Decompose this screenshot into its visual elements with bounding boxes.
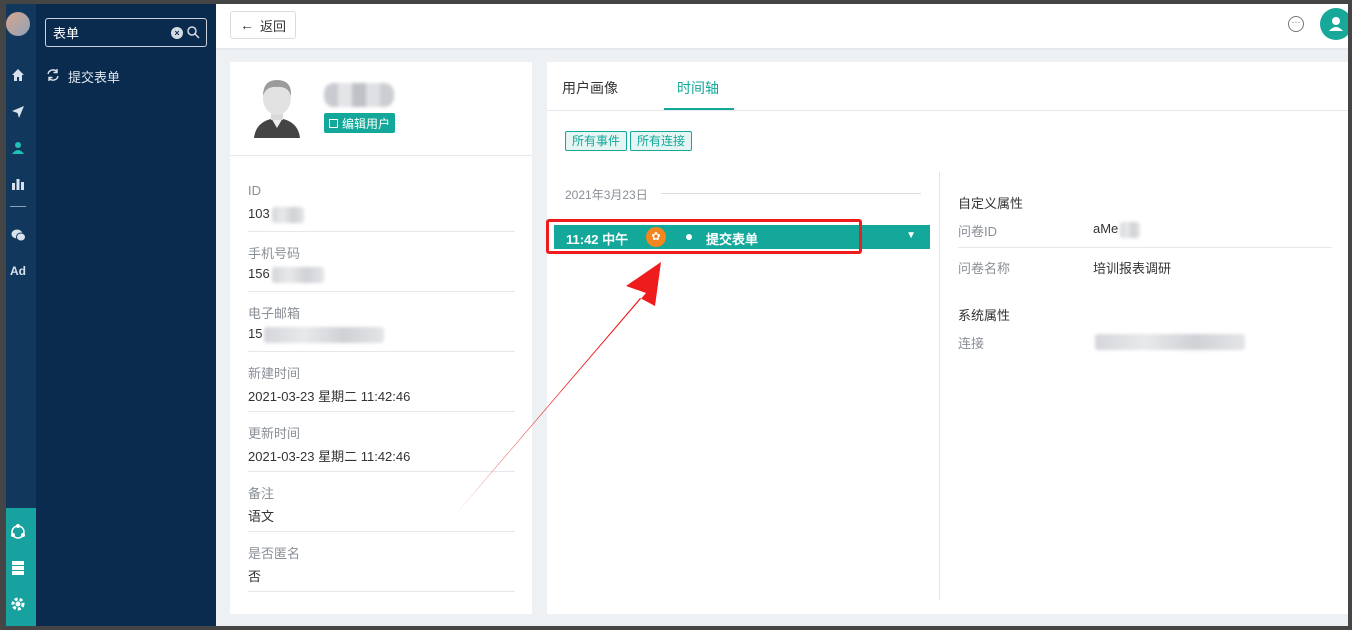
top-bar: ← 返回 ··· xyxy=(216,0,1352,48)
custom-attributes-title: 自定义属性 xyxy=(958,196,1024,211)
field-email: 电子邮箱 15 xyxy=(248,292,515,352)
network-icon[interactable] xyxy=(0,520,36,544)
attr-label: 问卷ID xyxy=(958,224,998,239)
divider xyxy=(230,155,532,156)
field-label: 新建时间 xyxy=(248,366,301,381)
attr-value xyxy=(1093,333,1245,350)
field-value: 103 xyxy=(248,206,304,223)
chat-icon[interactable]: ··· xyxy=(1288,16,1304,32)
search-icon[interactable] xyxy=(186,25,200,42)
field-anonymous: 是否匿名 否 xyxy=(248,532,515,592)
field-label: 是否匿名 xyxy=(248,546,301,561)
system-attributes-title: 系统属性 xyxy=(958,308,1011,323)
chevron-down-icon[interactable]: ▼ xyxy=(906,230,916,241)
main-panel: 用户画像 时间轴 所有事件 所有连接 2021年3月23日 11:42 中午 ✿… xyxy=(546,62,1352,614)
field-phone: 手机号码 156 xyxy=(248,232,515,292)
attr-label: 连接 xyxy=(958,336,985,351)
settings-gear-icon[interactable] xyxy=(0,592,36,616)
user-profile-card: 编辑用户 ID 103 手机号码 156 电子邮箱 15 新建时间 2021-0… xyxy=(230,62,532,614)
field-value: 否 xyxy=(248,569,262,584)
username-redacted xyxy=(324,83,394,107)
sidebar-item-submit-form[interactable]: 提交表单 xyxy=(46,66,120,86)
edit-icon xyxy=(329,118,338,128)
field-created-time: 新建时间 2021-03-23 星期二 11:42:46 xyxy=(248,352,515,412)
field-remark: 备注 语文 xyxy=(248,472,515,532)
field-value: 2021-03-23 星期二 11:42:46 xyxy=(248,449,411,464)
field-label: 更新时间 xyxy=(248,426,301,441)
field-id: ID 103 xyxy=(248,172,515,232)
field-value: 156 xyxy=(248,266,324,283)
user-avatar xyxy=(252,76,302,138)
attr-label: 问卷名称 xyxy=(958,261,1011,276)
send-icon[interactable] xyxy=(0,100,36,124)
wechat-icon[interactable] xyxy=(0,223,36,247)
bar-chart-icon[interactable] xyxy=(0,172,36,196)
arrow-left-icon: ← xyxy=(239,17,254,33)
field-label: ID xyxy=(248,183,261,198)
search-box: × xyxy=(45,18,207,47)
filter-all-connections[interactable]: 所有连接 xyxy=(630,131,693,151)
edit-user-button[interactable]: 编辑用户 xyxy=(324,113,396,133)
attr-value: aMe xyxy=(1093,221,1141,238)
rail-divider xyxy=(10,206,26,207)
app-logo[interactable] xyxy=(6,12,30,36)
field-label: 备注 xyxy=(248,486,275,501)
edit-user-label: 编辑用户 xyxy=(342,116,391,131)
timeline-date: 2021年3月23日 xyxy=(565,188,648,202)
back-button[interactable]: ← 返回 xyxy=(230,11,296,39)
user-avatar-icon[interactable] xyxy=(1320,8,1352,40)
field-value: 语文 xyxy=(248,509,275,524)
filter-all-events[interactable]: 所有事件 xyxy=(565,131,628,151)
date-divider xyxy=(661,193,921,194)
rail-bottom-tools xyxy=(0,508,36,630)
sidebar: × 提交表单 xyxy=(36,0,216,630)
field-value: 15 xyxy=(248,326,385,343)
tab-timeline[interactable]: 时间轴 xyxy=(677,78,719,98)
back-label: 返回 xyxy=(259,18,286,34)
ad-icon[interactable]: Ad xyxy=(0,259,36,283)
sidebar-item-label: 提交表单 xyxy=(68,69,121,85)
clear-search-icon[interactable]: × xyxy=(171,27,183,39)
home-icon[interactable] xyxy=(0,63,36,87)
field-updated-time: 更新时间 2021-03-23 星期二 11:42:46 xyxy=(248,412,515,472)
vertical-divider xyxy=(939,172,940,600)
field-label: 电子邮箱 xyxy=(248,306,301,321)
search-input[interactable] xyxy=(46,19,164,46)
tab-bar: 用户画像 时间轴 xyxy=(547,62,1352,111)
tab-user-portrait[interactable]: 用户画像 xyxy=(562,78,618,98)
attr-value: 培训报表调研 xyxy=(1093,261,1172,276)
divider xyxy=(958,247,1332,248)
field-value: 2021-03-23 星期二 11:42:46 xyxy=(248,389,411,404)
server-icon[interactable] xyxy=(0,556,36,580)
red-annotation-box xyxy=(546,219,862,254)
active-tab-indicator xyxy=(664,108,734,110)
icon-rail: Ad xyxy=(0,0,36,630)
field-label: 手机号码 xyxy=(248,246,301,261)
user-icon[interactable] xyxy=(0,136,36,160)
refresh-icon xyxy=(46,68,60,85)
